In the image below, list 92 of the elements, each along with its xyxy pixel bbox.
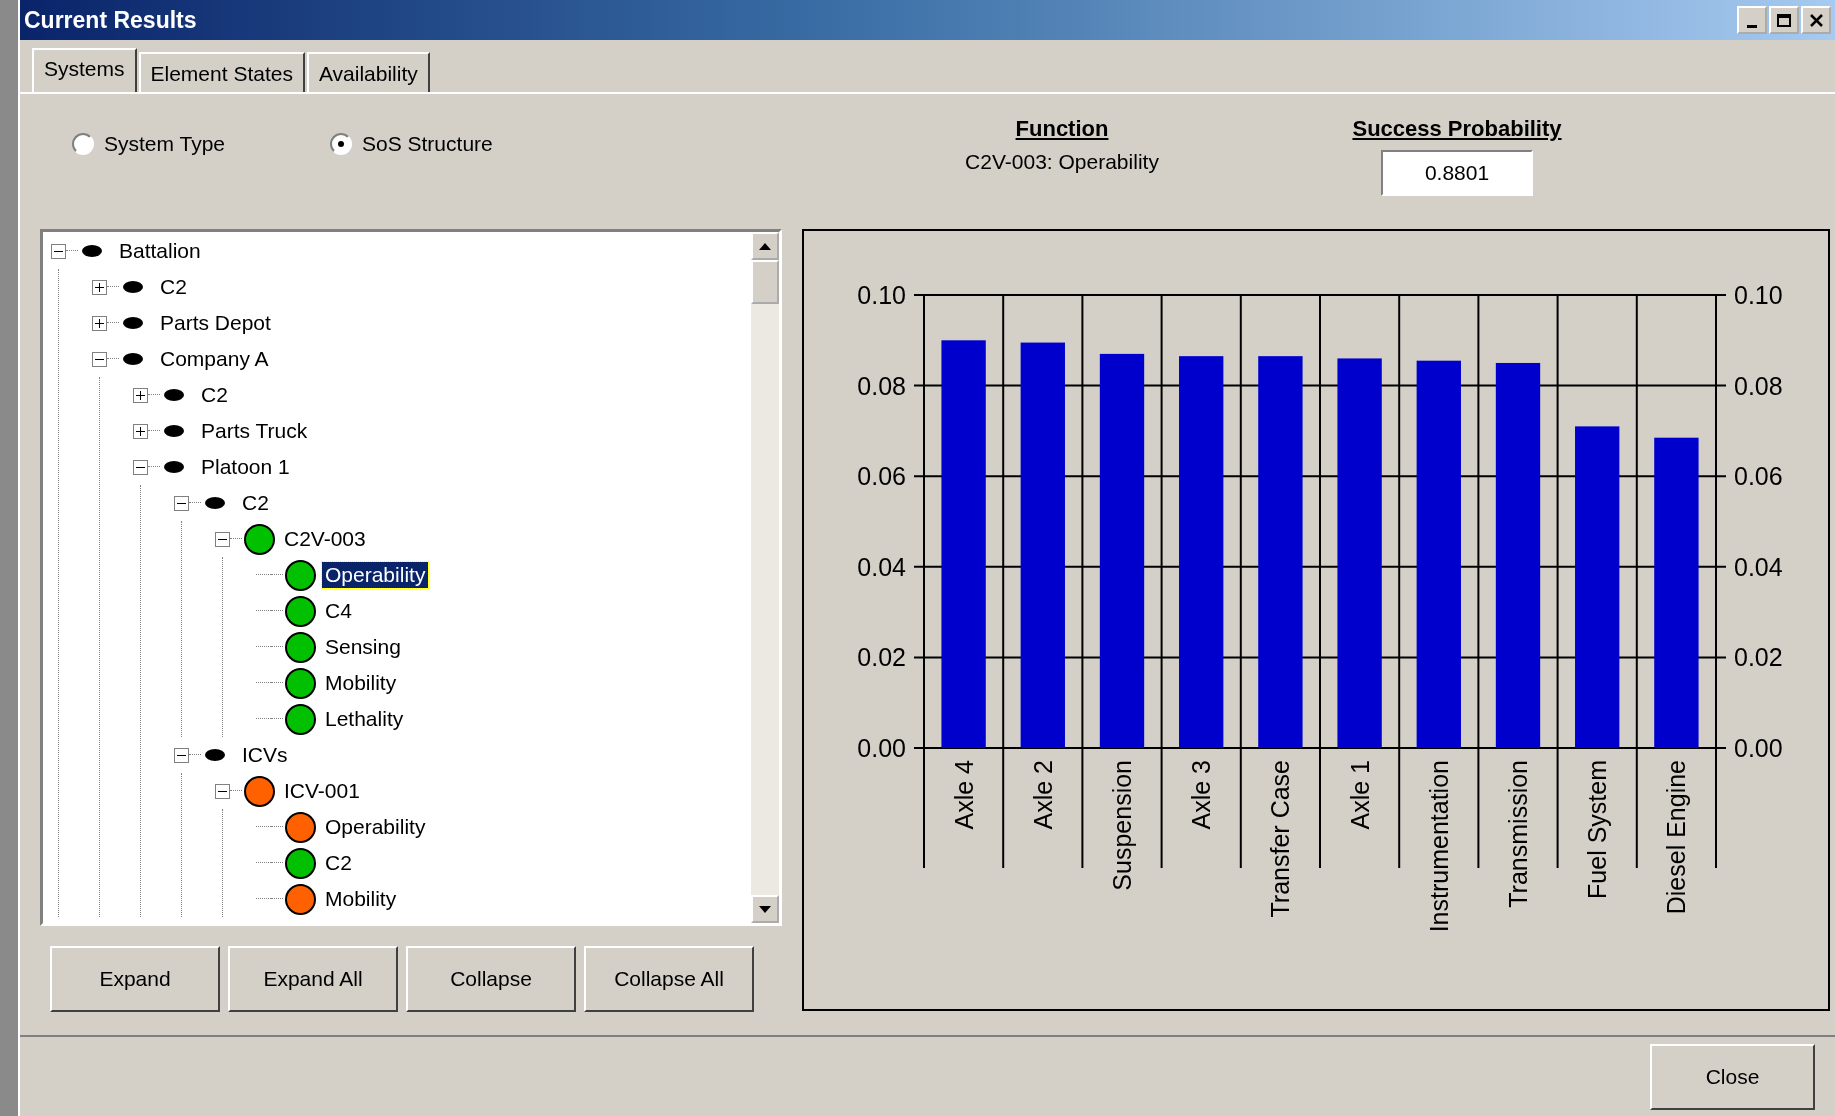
tree-button[interactable]: Collapse	[406, 946, 576, 1012]
tree-item[interactable]: Mobility	[322, 670, 400, 696]
node-icon	[123, 317, 143, 329]
down-arrow-icon	[759, 905, 771, 913]
tree-item[interactable]: Operability	[322, 562, 429, 588]
collapse-icon[interactable]	[215, 531, 230, 547]
tree-item[interactable]: Platoon 1	[198, 454, 293, 480]
category-label: Diesel Engine	[1662, 760, 1691, 915]
node-icon	[205, 749, 225, 761]
category-label: Suspension	[1108, 760, 1136, 891]
success-probability-field[interactable]: 0.8801	[1381, 150, 1533, 196]
scrollbar[interactable]	[751, 232, 779, 923]
tree-button[interactable]: Collapse All	[584, 946, 754, 1012]
maximize-icon	[1777, 13, 1791, 27]
maximize-button[interactable]	[1769, 6, 1799, 34]
up-arrow-icon	[759, 242, 771, 250]
axis-label: 0.06	[857, 462, 906, 491]
tree-item[interactable]: C4	[322, 598, 355, 624]
tab[interactable]: Availability	[306, 52, 430, 92]
close-button[interactable]	[1801, 6, 1831, 34]
category-label: Axle 4	[949, 760, 978, 830]
axis-label: 0.04	[1734, 552, 1783, 581]
tree-button[interactable]: Expand All	[228, 946, 398, 1012]
tree-item[interactable]: C2V-003	[281, 526, 369, 552]
success-probability-heading: Success Probability	[1352, 116, 1562, 142]
tree-item[interactable]: Parts Depot	[157, 310, 274, 336]
axis-label: 0.10	[857, 281, 906, 309]
axis-label: 0.10	[1734, 281, 1783, 309]
node-icon	[82, 245, 102, 257]
axis-label: 0.02	[1734, 643, 1783, 672]
expand-icon[interactable]	[133, 423, 148, 439]
scroll-up-button[interactable]	[751, 232, 779, 260]
axis-label: 0.06	[1734, 462, 1783, 491]
expand-icon[interactable]	[92, 279, 107, 295]
axis-label: 0.00	[857, 734, 906, 762]
axis-label: 0.08	[857, 371, 906, 400]
minimize-button[interactable]	[1737, 6, 1767, 34]
collapse-icon[interactable]	[215, 783, 230, 799]
close-icon	[1809, 13, 1823, 27]
tree-item[interactable]: Parts Truck	[198, 418, 311, 444]
tree-item[interactable]: C2	[157, 274, 190, 300]
category-label: Transmission	[1504, 760, 1532, 908]
radio-label: System Type	[104, 132, 225, 156]
category-label: Fuel System	[1583, 760, 1612, 899]
axis-label: 0.04	[857, 552, 906, 581]
collapse-icon[interactable]	[174, 495, 189, 511]
tree-item[interactable]: Lethality	[322, 706, 407, 732]
tree-item[interactable]: C2	[198, 382, 231, 408]
category-label: Transfer Case	[1266, 760, 1295, 918]
expand-icon[interactable]	[92, 315, 107, 331]
tab[interactable]: Element States	[138, 52, 305, 92]
node-icon	[164, 389, 184, 401]
node-icon	[123, 281, 143, 293]
category-label: Axle 2	[1028, 760, 1057, 830]
function-value: C2V-003: Operability	[965, 150, 1159, 174]
collapse-icon[interactable]	[51, 243, 66, 259]
collapse-icon[interactable]	[133, 459, 148, 475]
radio-option[interactable]: SoS Structure	[330, 132, 493, 156]
tree-item[interactable]: Operability	[322, 814, 429, 840]
tree-item[interactable]: ICVs	[239, 742, 291, 768]
tree-item[interactable]: C2	[239, 490, 272, 516]
close-dialog-button[interactable]: Close	[1650, 1043, 1815, 1110]
scroll-thumb[interactable]	[751, 260, 779, 304]
expand-icon[interactable]	[133, 387, 148, 403]
collapse-icon[interactable]	[174, 747, 189, 763]
tree-item[interactable]: Sensing	[322, 634, 404, 660]
axis-label: 0.08	[1734, 371, 1783, 400]
collapse-icon[interactable]	[92, 351, 107, 367]
tree-item[interactable]: C2	[322, 850, 355, 876]
axis-label: 0.02	[857, 643, 906, 672]
tree-item[interactable]: ICV-001	[281, 778, 363, 804]
radio-icon[interactable]	[72, 133, 94, 155]
node-icon	[123, 353, 143, 365]
tree-item[interactable]: Battalion	[116, 238, 204, 264]
node-icon	[205, 497, 225, 509]
node-icon	[164, 425, 184, 437]
tree-button[interactable]: Expand	[50, 946, 220, 1012]
minimize-icon	[1747, 24, 1757, 28]
axis-label: 0.00	[1734, 734, 1783, 762]
tree-item[interactable]: Mobility	[322, 886, 400, 912]
category-label: Axle 1	[1345, 760, 1374, 830]
radio-icon[interactable]	[330, 133, 352, 155]
scroll-down-button[interactable]	[751, 895, 779, 923]
node-icon	[164, 461, 184, 473]
radio-option[interactable]: System Type	[72, 132, 225, 156]
radio-label: SoS Structure	[362, 132, 493, 156]
window-title: Current Results	[24, 6, 197, 34]
tree-item[interactable]: Company A	[157, 346, 272, 372]
tab[interactable]: Systems	[32, 48, 137, 92]
category-label: Instrumentation	[1424, 760, 1453, 933]
function-heading: Function	[1015, 116, 1109, 142]
category-label: Axle 3	[1187, 760, 1216, 830]
